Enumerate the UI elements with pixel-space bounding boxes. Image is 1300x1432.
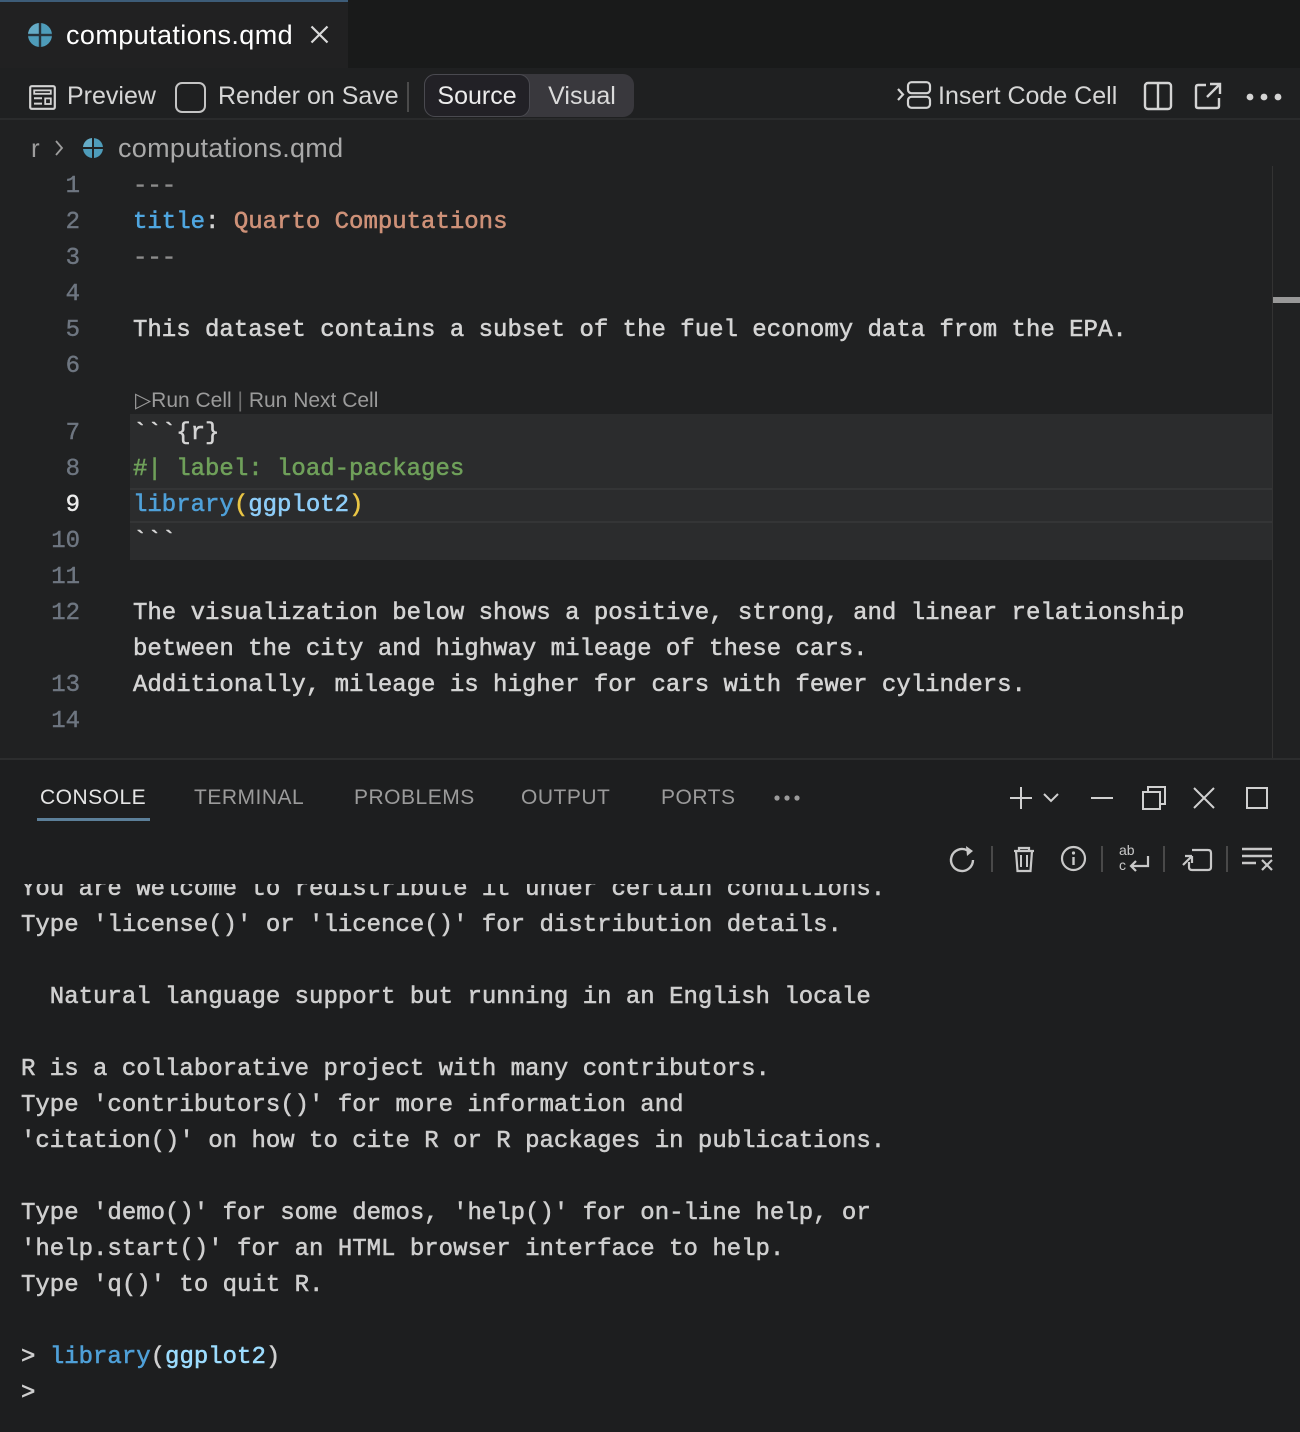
- svg-text:ab: ab: [1119, 842, 1135, 858]
- svg-text:c: c: [1119, 857, 1126, 873]
